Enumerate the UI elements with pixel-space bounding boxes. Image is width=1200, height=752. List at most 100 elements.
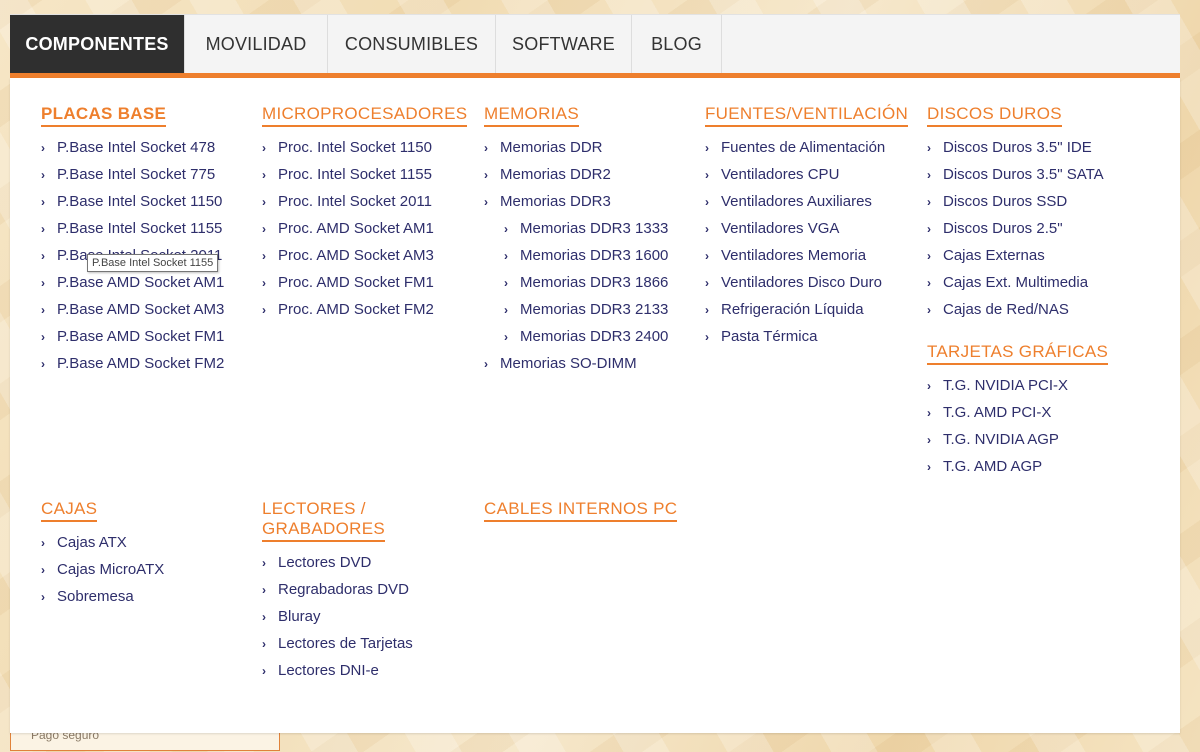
menu-link[interactable]: › Bluray <box>262 603 413 630</box>
menu-link[interactable]: › Proc. AMD Socket FM1 <box>262 269 467 296</box>
menu-link[interactable]: › Fuentes de Alimentación <box>705 134 908 161</box>
menu-link[interactable]: › Discos Duros 2.5" <box>927 215 1104 242</box>
chevron-right-icon: › <box>484 357 488 371</box>
menu-link[interactable]: › Memorias DDR3 1333 <box>484 215 668 242</box>
menu-link[interactable]: › Proc. AMD Socket FM2 <box>262 296 467 323</box>
main-nav: COMPONENTES MOVILIDAD CONSUMIBLES SOFTWA… <box>10 14 1180 74</box>
category-title-lectores-line2[interactable]: GRABADORES <box>262 519 385 542</box>
menu-link[interactable]: › Proc. AMD Socket AM1 <box>262 215 467 242</box>
menu-link[interactable]: › Memorias DDR2 <box>484 161 668 188</box>
menu-link-label: Memorias DDR3 1600 <box>520 247 669 264</box>
menu-link[interactable]: › Memorias DDR <box>484 134 668 161</box>
menu-link[interactable]: › Ventiladores VGA <box>705 215 908 242</box>
chevron-right-icon: › <box>41 222 45 236</box>
category-title-discos-duros[interactable]: DISCOS DUROS <box>927 104 1062 127</box>
menu-link[interactable]: › Cajas Ext. Multimedia <box>927 269 1104 296</box>
list-fuentes-ventilacion: › Fuentes de Alimentación › Ventiladores CP… <box>705 134 908 350</box>
category-title-cables-internos[interactable]: CABLES INTERNOS PC <box>484 499 678 522</box>
tab-software[interactable]: SOFTWARE <box>496 15 632 74</box>
menu-link[interactable]: › Memorias SO-DIMM <box>484 350 668 377</box>
menu-link[interactable]: › T.G. NVIDIA AGP <box>927 426 1108 453</box>
menu-link-label: P.Base AMD Socket AM1 <box>57 274 225 291</box>
menu-link[interactable]: › Cajas Externas <box>927 242 1104 269</box>
menu-link[interactable]: › Discos Duros SSD <box>927 188 1104 215</box>
category-title-memorias[interactable]: MEMORIAS <box>484 104 579 127</box>
menu-link[interactable]: › T.G. AMD PCI-X <box>927 399 1108 426</box>
menu-link[interactable]: › Sobremesa <box>41 583 164 610</box>
list-memorias: › Memorias DDR › Memorias DDR2 › Memorias DDR… <box>484 134 668 377</box>
menu-link-label: Discos Duros SSD <box>943 193 1068 210</box>
tab-blog[interactable]: BLOG <box>632 15 722 74</box>
chevron-right-icon: › <box>705 303 709 317</box>
list-tarjetas-graficas: › T.G. NVIDIA PCI-X › T.G. AMD PCI-X › T.G. N… <box>927 372 1108 480</box>
menu-link[interactable]: › Lectores de Tarjetas <box>262 630 413 657</box>
menu-link-label: Proc. AMD Socket FM2 <box>278 301 434 318</box>
menu-link[interactable]: › Proc. AMD Socket AM3 <box>262 242 467 269</box>
menu-link-label: Discos Duros 2.5" <box>943 220 1063 237</box>
menu-link[interactable]: › Proc. Intel Socket 1150 <box>262 134 467 161</box>
menu-link[interactable]: › Cajas ATX <box>41 529 164 556</box>
column-fuentes-ventilacion: FUENTES/VENTILACIÓN › Fuentes de Alimenta… <box>705 104 909 350</box>
menu-link[interactable]: › P.Base AMD Socket FM2 <box>41 350 224 377</box>
menu-link-label: Cajas Externas <box>943 247 1045 264</box>
chevron-right-icon: › <box>262 610 266 624</box>
chevron-right-icon: › <box>705 330 709 344</box>
menu-link-label: Lectores DNI-e <box>278 662 379 679</box>
menu-link[interactable]: › P.Base Intel Socket 478 <box>41 134 224 161</box>
menu-link[interactable]: › Memorias DDR3 2133 <box>484 296 668 323</box>
tab-consumibles[interactable]: CONSUMIBLES <box>328 15 496 74</box>
chevron-right-icon: › <box>262 168 266 182</box>
menu-link[interactable]: › Pasta Térmica <box>705 323 908 350</box>
chevron-right-icon: › <box>504 276 508 290</box>
category-title-microprocesadores[interactable]: MICROPROCESADORES <box>262 104 468 127</box>
list-cajas: › Cajas ATX › Cajas MicroATX › Sobremesa <box>41 529 164 610</box>
menu-link[interactable]: › Ventiladores Memoria <box>705 242 908 269</box>
menu-link[interactable]: › Cajas de Red/NAS <box>927 296 1104 323</box>
menu-link[interactable]: › P.Base AMD Socket AM1 <box>41 269 224 296</box>
category-title-lectores-line1[interactable]: LECTORES / <box>262 499 366 518</box>
menu-link[interactable]: › Cajas MicroATX <box>41 556 164 583</box>
category-title-fuentes-ventilacion[interactable]: FUENTES/VENTILACIÓN <box>705 104 909 127</box>
menu-link[interactable]: › Discos Duros 3.5" SATA <box>927 161 1104 188</box>
chevron-right-icon: › <box>41 141 45 155</box>
menu-link[interactable]: › T.G. NVIDIA PCI-X <box>927 372 1108 399</box>
menu-link-label: Lectores DVD <box>278 554 372 571</box>
menu-link[interactable]: › Memorias DDR3 <box>484 188 668 215</box>
menu-link[interactable]: › Ventiladores Disco Duro <box>705 269 908 296</box>
menu-link[interactable]: › P.Base Intel Socket 775 <box>41 161 224 188</box>
category-title-placas-base[interactable]: PLACAS BASE <box>41 104 167 127</box>
chevron-right-icon: › <box>927 303 931 317</box>
menu-link-label: Memorias DDR3 <box>500 193 611 210</box>
menu-link[interactable]: › Refrigeración Líquida <box>705 296 908 323</box>
category-title-tarjetas-graficas[interactable]: TARJETAS GRÁFICAS <box>927 342 1109 365</box>
chevron-right-icon: › <box>41 195 45 209</box>
menu-link[interactable]: › Ventiladores CPU <box>705 161 908 188</box>
category-title-cajas[interactable]: CAJAS <box>41 499 98 522</box>
menu-link[interactable]: › T.G. AMD AGP <box>927 453 1108 480</box>
menu-link[interactable]: › Discos Duros 3.5" IDE <box>927 134 1104 161</box>
menu-link[interactable]: › Memorias DDR3 1866 <box>484 269 668 296</box>
menu-link[interactable]: › P.Base Intel Socket 1150 <box>41 188 224 215</box>
menu-link[interactable]: › P.Base AMD Socket FM1 <box>41 323 224 350</box>
menu-link-label: Proc. AMD Socket AM1 <box>278 220 434 237</box>
menu-link[interactable]: › P.Base AMD Socket AM3 <box>41 296 224 323</box>
tab-componentes[interactable]: COMPONENTES <box>10 15 185 74</box>
hover-tooltip: P.Base Intel Socket 1155 <box>87 254 219 272</box>
menu-link-label: Ventiladores Disco Duro <box>721 274 882 291</box>
chevron-right-icon: › <box>262 303 266 317</box>
chevron-right-icon: › <box>504 303 508 317</box>
menu-link[interactable]: › Lectores DNI-e <box>262 657 413 684</box>
menu-link[interactable]: › P.Base Intel Socket 1155 <box>41 215 224 242</box>
menu-link[interactable]: › Ventiladores Auxiliares <box>705 188 908 215</box>
menu-link[interactable]: › Proc. Intel Socket 1155 <box>262 161 467 188</box>
menu-link[interactable]: › Memorias DDR3 2400 <box>484 323 668 350</box>
tab-movilidad[interactable]: MOVILIDAD <box>185 15 328 74</box>
menu-link[interactable]: › Memorias DDR3 1600 <box>484 242 668 269</box>
chevron-right-icon: › <box>927 249 931 263</box>
chevron-right-icon: › <box>262 556 266 570</box>
chevron-right-icon: › <box>927 222 931 236</box>
menu-link[interactable]: › Proc. Intel Socket 2011 <box>262 188 467 215</box>
menu-link-label: T.G. NVIDIA PCI-X <box>943 377 1069 394</box>
menu-link[interactable]: › Lectores DVD <box>262 549 413 576</box>
menu-link[interactable]: › Regrabadoras DVD <box>262 576 413 603</box>
